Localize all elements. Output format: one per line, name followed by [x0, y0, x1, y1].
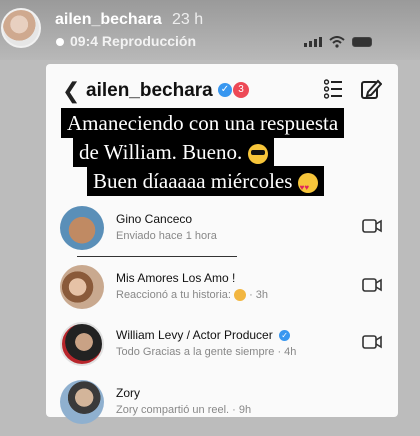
- message-meta: Reaccionó a tu historia:: [116, 289, 231, 301]
- caption-line-2: de William. Bueno.: [79, 140, 243, 164]
- heart-eyes-emoji-icon: [297, 173, 318, 201]
- message-meta: Zory compartió un reel.: [116, 404, 230, 416]
- message-meta: Enviado hace 1 hora: [116, 230, 217, 242]
- notification-badge[interactable]: 3: [233, 82, 249, 98]
- wifi-icon: [329, 36, 345, 48]
- message-name-wrap: William Levy / Actor Producer ✓: [116, 328, 291, 342]
- message-row[interactable]: Gino Canceco Enviado hace 1 hora: [46, 204, 398, 262]
- battery-icon: [352, 37, 372, 47]
- message-time: · 3h: [249, 289, 269, 301]
- phone-status-bar: [304, 36, 372, 48]
- caption-line-2-wrap: de William. Bueno.: [73, 137, 274, 167]
- compose-icon[interactable]: [360, 78, 382, 100]
- sunglasses-emoji-icon: [247, 144, 268, 165]
- audio-dot-icon: [56, 38, 64, 47]
- avatar[interactable]: [60, 206, 104, 250]
- signal-icon: [304, 37, 322, 47]
- message-row[interactable]: Zory Zory compartió un reel. · 9h: [46, 378, 398, 436]
- story-username[interactable]: ailen_bechara: [55, 11, 162, 29]
- back-icon[interactable]: ❮: [62, 78, 80, 104]
- avatar[interactable]: [60, 322, 104, 366]
- camera-icon[interactable]: [362, 334, 382, 350]
- message-meta-wrap: Zory compartió un reel. · 9h: [116, 404, 251, 416]
- story-time: 23 h: [172, 11, 204, 28]
- message-meta: Todo Gracias a la gente siempre: [116, 346, 275, 358]
- caption-line-1: Amaneciendo con una respuesta: [61, 108, 345, 138]
- verified-icon: ✓: [279, 330, 291, 342]
- camera-icon[interactable]: [362, 277, 382, 293]
- message-meta-wrap: Todo Gracias a la gente siempre · 4h: [116, 346, 296, 358]
- message-meta-wrap: Reaccionó a tu historia: · 3h: [116, 289, 269, 302]
- caption-line-3-wrap: Buen díaaaaa miércoles: [87, 166, 324, 201]
- message-name: William Levy / Actor Producer: [116, 328, 273, 342]
- message-time: · 9h: [232, 404, 252, 416]
- dm-screenshot: ❮ ailen_bechara ✓ 3 Amaneciendo con una …: [46, 64, 398, 424]
- message-row[interactable]: William Levy / Actor Producer ✓ Todo Gra…: [46, 320, 398, 378]
- verified-icon: ✓: [218, 83, 232, 97]
- avatar[interactable]: [60, 380, 104, 424]
- story-avatar[interactable]: [1, 8, 41, 48]
- audio-label: Reproducción: [101, 33, 197, 49]
- reaction-emoji-icon: [234, 289, 247, 302]
- list-icon[interactable]: [324, 78, 342, 100]
- story-clock: 09:4: [70, 33, 99, 49]
- story-header: ailen_bechara 23 h 09:4 Reproducción: [0, 0, 420, 60]
- message-row[interactable]: Mis Amores Los Amo ! Reaccionó a tu hist…: [46, 263, 398, 321]
- header-username[interactable]: ailen_bechara: [86, 80, 213, 102]
- message-time: · 4h: [277, 346, 297, 358]
- message-name: Gino Canceco: [116, 212, 193, 226]
- story-audio-indicator[interactable]: 09:4 Reproducción: [56, 33, 196, 49]
- message-name: Mis Amores Los Amo !: [116, 271, 236, 285]
- camera-icon[interactable]: [362, 218, 382, 234]
- message-name: Zory: [116, 386, 140, 400]
- avatar[interactable]: [60, 265, 104, 309]
- dm-header: ❮ ailen_bechara ✓ 3: [46, 76, 398, 106]
- caption-line-3: Buen díaaaaa miércoles: [93, 169, 293, 193]
